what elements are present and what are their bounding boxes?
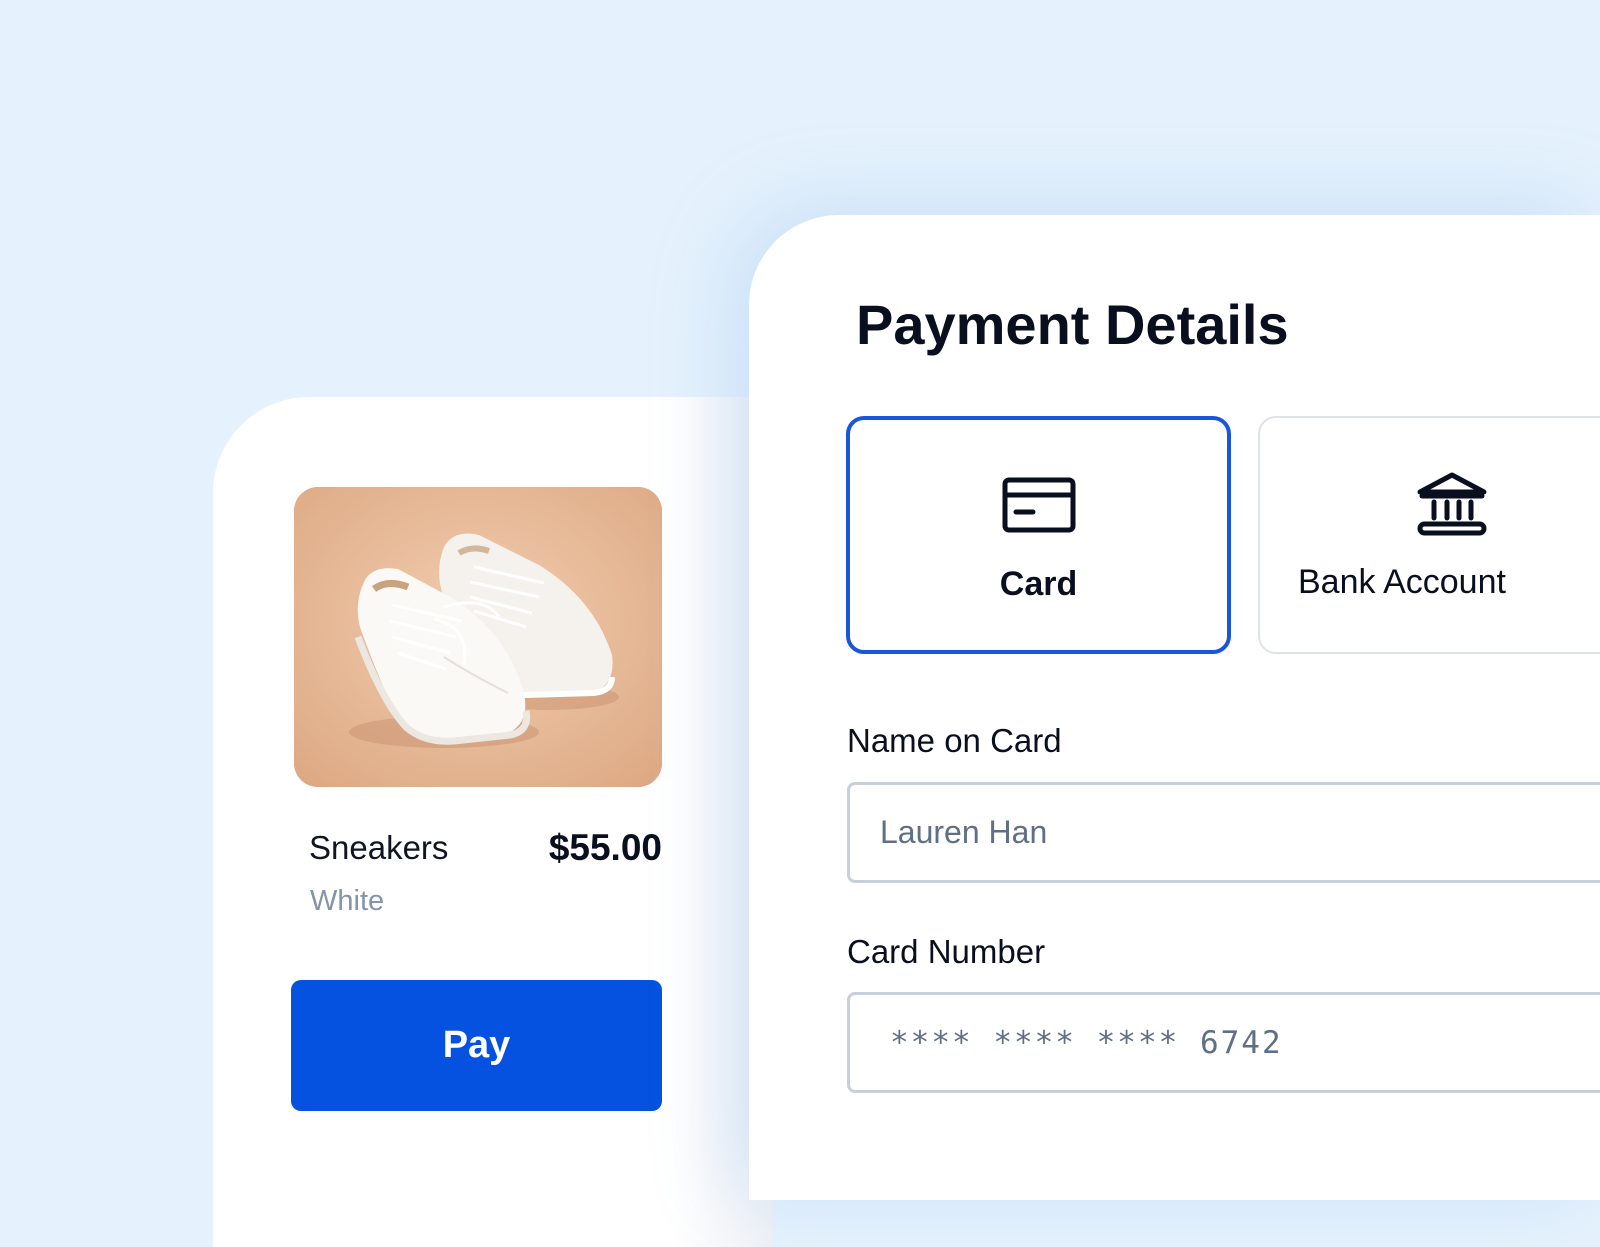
- credit-card-icon: [1002, 477, 1075, 533]
- pay-button[interactable]: Pay: [291, 980, 662, 1111]
- payment-method-card[interactable]: Card: [846, 416, 1231, 654]
- name-on-card-input[interactable]: [847, 782, 1600, 883]
- payment-method-bank-account[interactable]: Bank Account: [1258, 416, 1600, 654]
- name-on-card-label: Name on Card: [847, 722, 1062, 759]
- payment-method-bank-label: Bank Account: [1298, 563, 1506, 601]
- product-variant: White: [310, 885, 385, 917]
- page-title: Payment Details: [856, 293, 1289, 356]
- payment-method-card-label: Card: [999, 565, 1078, 603]
- product-name: Sneakers: [309, 829, 449, 866]
- card-number-label: Card Number: [847, 933, 1046, 970]
- bank-icon: [1417, 472, 1487, 536]
- product-image: [294, 487, 662, 787]
- product-price: $55.00: [548, 827, 662, 868]
- card-number-input[interactable]: [847, 992, 1600, 1093]
